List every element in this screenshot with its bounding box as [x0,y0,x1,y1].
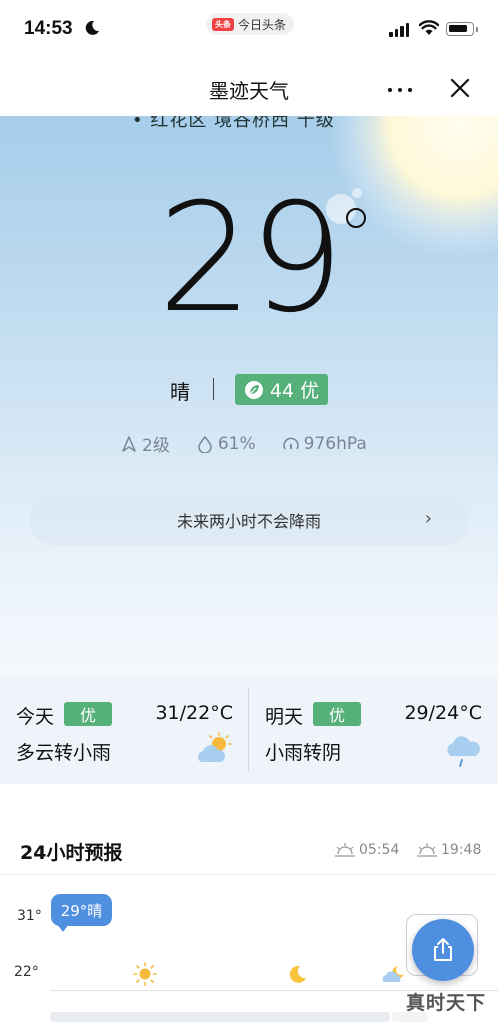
day-name: 明天 [265,706,304,728]
signal-icon [389,23,409,37]
wind-stat: 2级 [120,431,170,456]
y-axis-low: 22° [14,964,39,980]
close-icon[interactable] [446,74,474,102]
hourly-forecast: 24小时预报 05:54 19:48 31° 22° 29°晴 [0,784,498,1022]
pressure-gauge-icon [282,437,299,449]
section-title: 24小时预报 [20,842,123,864]
more-button[interactable] [388,82,420,98]
toutiao-logo: 头条 [212,17,234,31]
aqi-value: 44 优 [269,380,320,402]
day-name: 今天 [16,706,55,728]
watermark: 真时天下 [406,992,487,1014]
current-temperature: 29 [157,172,345,346]
moon-icon [289,965,306,983]
degree-symbol [346,208,366,228]
sunrise-icon [335,843,355,857]
app-pill[interactable]: 头条 今日头条 [206,13,295,35]
sunset-time: 19:48 [416,842,481,858]
temperature-range: 29/24°C [404,702,482,724]
temperature-range: 31/22°C [155,702,233,724]
status-bar: 14:53 头条 今日头条 [0,0,498,60]
y-axis-high: 31° [17,908,42,924]
humidity-value: 61% [217,433,256,454]
battery-icon [446,22,478,36]
aqi-badge[interactable]: 44 优 [235,374,328,405]
day-card-today[interactable]: 今天 优 31/22°C 多云转小雨 [0,676,249,784]
divider [0,874,498,875]
status-time: 14:53 [24,18,73,39]
divider [213,378,214,400]
current-condition: 晴 [170,380,190,404]
chevron-right-icon: › [424,508,432,529]
moon-icon [85,20,99,35]
sunset-value: 19:48 [441,842,482,858]
humidity-stat: 61% [196,434,256,454]
wind-direction-icon [122,435,136,452]
rain-forecast-banner[interactable]: 未来两小时不会降雨 › [30,494,468,546]
sunrise-time: 05:54 [334,842,399,858]
share-button[interactable] [412,919,474,981]
weather-stats: 2级 61% 976hPa [120,431,367,456]
wifi-icon [419,20,439,35]
day-card-tomorrow[interactable]: 明天 优 29/24°C 小雨转阴 [249,676,498,784]
sunset-icon [417,843,437,857]
humidity-drop-icon [198,435,212,453]
rain-forecast-text: 未来两小时不会降雨 [176,512,321,531]
air-quality-badge: 优 [64,702,112,726]
wind-value: 2级 [142,436,170,456]
air-quality-badge: 优 [313,702,361,726]
sunrise-value: 05:54 [359,842,400,858]
weather-hero: • 红花区 境谷桥西 十级 29 晴 44 优 2级 61% 976hPa 未来… [0,116,498,676]
current-hour-tooltip: 29°晴 [51,894,112,932]
day-condition: 小雨转阴 [265,742,342,764]
share-icon [434,938,452,961]
partly-cloudy-icon [198,732,232,762]
rain-cloud-icon [447,736,480,767]
sunny-icon [133,962,157,986]
wind-bar [50,1012,390,1022]
pressure-value: 976hPa [303,433,367,454]
app-pill-label: 今日头条 [238,17,287,32]
day-condition: 多云转小雨 [16,742,112,764]
leaf-icon [244,380,263,399]
two-day-forecast: 今天 优 31/22°C 多云转小雨 明天 优 29/24°C 小雨转阴 [0,676,498,784]
location-label[interactable]: • 红花区 境谷桥西 十级 [132,116,335,132]
nav-bar: 墨迹天气 [0,60,498,116]
partly-cloudy-night-icon [382,966,404,982]
pressure-stat: 976hPa [282,434,367,454]
page-title: 墨迹天气 [209,79,289,103]
